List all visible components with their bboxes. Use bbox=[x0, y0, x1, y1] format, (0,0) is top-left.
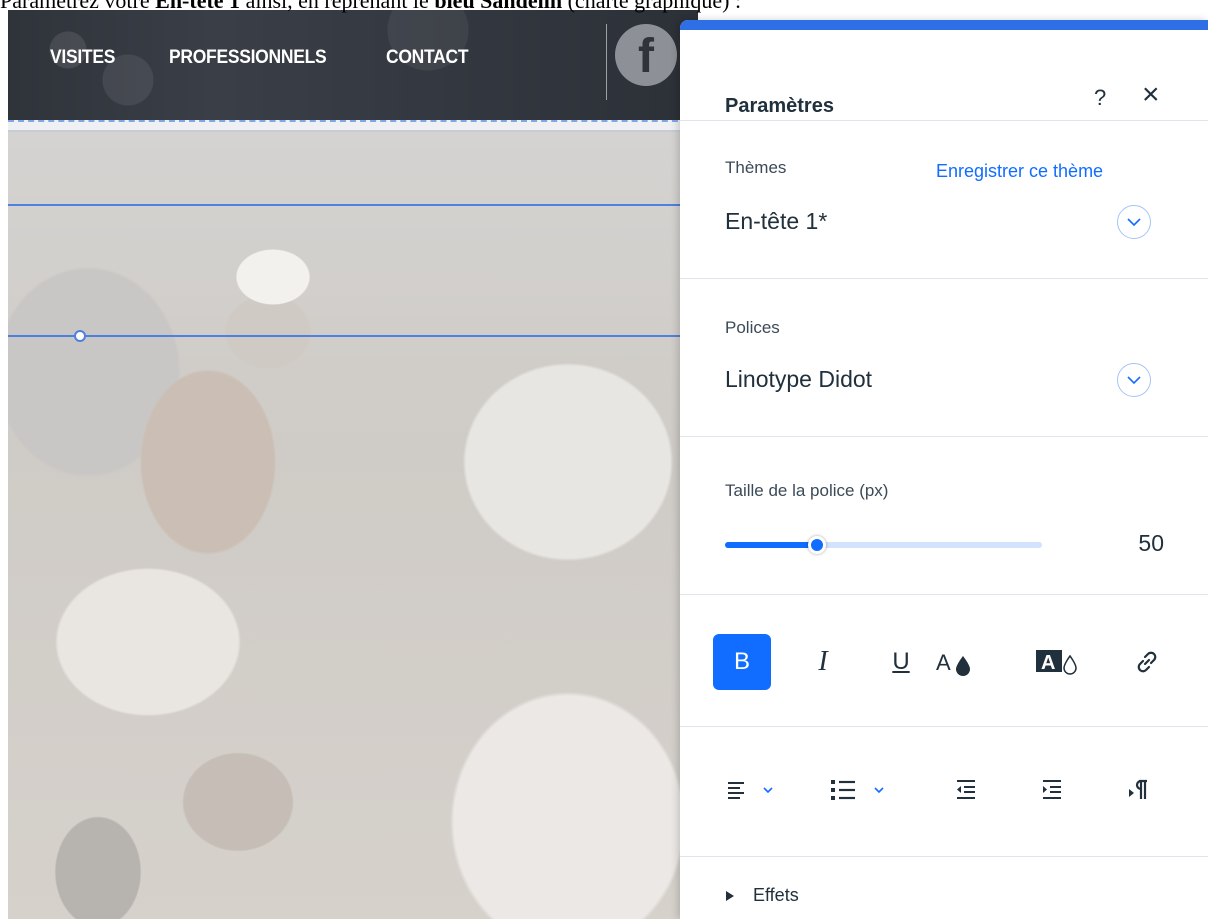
facebook-icon[interactable]: f bbox=[615, 24, 677, 86]
divider bbox=[680, 436, 1208, 437]
divider bbox=[680, 278, 1208, 279]
nav-item-contact[interactable]: CONTACT bbox=[386, 47, 469, 69]
nav-divider bbox=[606, 24, 607, 100]
font-size-slider[interactable] bbox=[725, 536, 1042, 554]
close-icon[interactable]: × bbox=[1142, 80, 1160, 110]
svg-text:A: A bbox=[1041, 652, 1055, 674]
help-icon[interactable]: ? bbox=[1094, 85, 1106, 111]
themes-value[interactable]: En-tête 1* bbox=[725, 208, 827, 235]
caption-prefix: Paramétrez votre bbox=[0, 0, 156, 13]
fonts-dropdown-button[interactable] bbox=[1117, 363, 1151, 397]
caption-color-name: bleu Sandelin bbox=[434, 0, 563, 13]
fonts-value[interactable]: Linotype Didot bbox=[725, 366, 872, 393]
panel-title: Paramètres bbox=[725, 95, 834, 117]
guide-line-top[interactable] bbox=[8, 204, 698, 206]
settings-panel: Paramètres ? × Thèmes Enregistrer ce thè… bbox=[680, 20, 1208, 919]
bold-button[interactable]: B bbox=[713, 634, 771, 690]
text-direction-icon[interactable] bbox=[1120, 770, 1156, 810]
italic-button[interactable]: I bbox=[808, 640, 838, 684]
guide-handle[interactable] bbox=[74, 330, 86, 342]
caption-suffix: (charte graphique) : bbox=[562, 0, 742, 13]
effects-label: Effets bbox=[753, 885, 799, 905]
save-theme-link[interactable]: Enregistrer ce thème bbox=[936, 161, 1103, 182]
hero-painting-image[interactable] bbox=[8, 132, 698, 919]
panel-accent-bar bbox=[680, 20, 1208, 30]
fonts-label: Polices bbox=[725, 318, 780, 337]
indent-increase-icon[interactable] bbox=[1034, 770, 1070, 810]
divider bbox=[680, 594, 1208, 595]
caret-right-icon bbox=[726, 890, 734, 901]
site-header[interactable]: VISITES PROFESSIONNELS CONTACT f bbox=[8, 10, 698, 120]
font-size-value[interactable]: 50 bbox=[1100, 530, 1164, 557]
document-caption: Paramétrez votre En-tête 1 ainsi, en rep… bbox=[0, 0, 1000, 14]
indent-decrease-icon[interactable] bbox=[948, 770, 984, 810]
themes-label: Thèmes bbox=[725, 158, 787, 177]
caption-theme-name: En-tête 1 bbox=[155, 0, 241, 13]
text-color-icon[interactable]: A bbox=[934, 640, 978, 684]
guide-line-bottom[interactable] bbox=[8, 335, 698, 337]
align-left-icon[interactable] bbox=[720, 770, 780, 810]
slider-fill bbox=[725, 542, 817, 548]
font-size-label: Taille de la police (px) bbox=[725, 481, 889, 500]
site-canvas[interactable]: VISITES PROFESSIONNELS CONTACT f bbox=[8, 10, 698, 919]
chevron-down-icon bbox=[1127, 218, 1141, 227]
header-selection-border bbox=[8, 120, 698, 132]
divider bbox=[680, 120, 1208, 121]
themes-dropdown-button[interactable] bbox=[1117, 205, 1151, 239]
divider bbox=[680, 726, 1208, 727]
site-nav: VISITES PROFESSIONNELS CONTACT bbox=[50, 47, 475, 69]
nav-item-visites[interactable]: VISITES bbox=[50, 47, 115, 69]
effects-section-toggle[interactable]: Effets bbox=[725, 885, 799, 906]
bullet-list-icon[interactable] bbox=[825, 770, 889, 810]
divider bbox=[680, 856, 1208, 857]
underline-button[interactable]: U bbox=[886, 640, 916, 684]
nav-item-professionnels[interactable]: PROFESSIONNELS bbox=[169, 47, 327, 69]
link-icon[interactable] bbox=[1128, 640, 1166, 684]
highlight-icon[interactable]: A bbox=[1032, 640, 1084, 684]
slider-thumb[interactable] bbox=[807, 536, 826, 554]
chevron-down-icon bbox=[1127, 376, 1141, 385]
svg-text:A: A bbox=[936, 650, 951, 675]
caption-middle: ainsi, en reprenant le bbox=[240, 0, 435, 13]
